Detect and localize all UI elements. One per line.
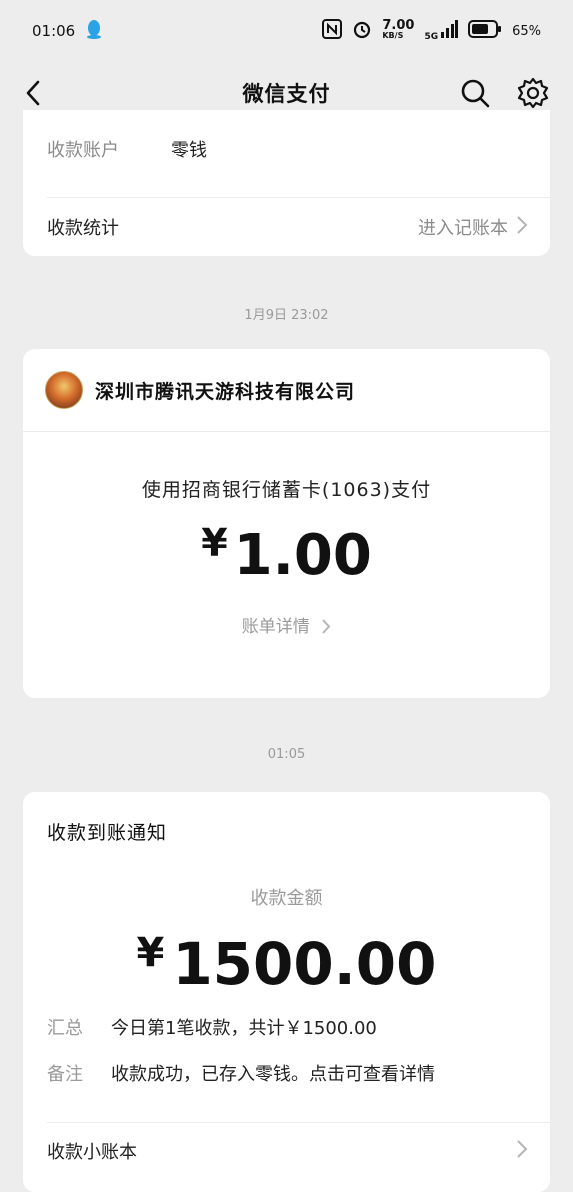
stats-row[interactable]: 收款统计 进入记账本 — [47, 214, 528, 240]
divider — [47, 197, 550, 198]
back-icon[interactable] — [20, 78, 50, 108]
remark-value: 收款成功，已存入零钱。点击可查看详情 — [111, 1064, 435, 1085]
merchant-avatar — [45, 371, 83, 409]
account-row: 收款账户 零钱 — [47, 136, 528, 162]
qq-icon — [85, 19, 103, 43]
divider — [23, 431, 550, 432]
merchant-row: 深圳市腾讯天游科技有限公司 — [45, 371, 355, 409]
divider — [47, 1122, 550, 1123]
payment-method: 使用招商银行储蓄卡(1063)支付 — [141, 479, 432, 501]
receipt-amount: ¥1500.00 — [23, 930, 550, 998]
ledger-label: 收款小账本 — [47, 1142, 137, 1163]
receipt-card[interactable]: 收款到账通知 收款金额 ¥1500.00 汇总 今日第1笔收款，共计￥1500.… — [23, 792, 550, 1192]
account-value: 零钱 — [171, 140, 207, 161]
battery-icon — [468, 20, 502, 42]
status-bar: 01:06 7.00 KB/S 5G 65% — [0, 0, 573, 62]
network-unit: KB/S — [382, 31, 404, 40]
currency-symbol: ¥ — [201, 521, 228, 565]
payment-amount: ¥1.00 — [23, 521, 550, 588]
currency-symbol: ¥ — [136, 930, 165, 976]
ledger-row[interactable]: 收款小账本 — [47, 1138, 528, 1164]
status-time: 01:06 — [32, 22, 76, 40]
signal-icon — [440, 20, 459, 42]
merchant-name: 深圳市腾讯天游科技有限公司 — [95, 380, 356, 403]
battery-level: 65% — [512, 23, 541, 39]
search-icon[interactable] — [460, 78, 490, 108]
network-type: 5G — [424, 32, 439, 42]
stats-label: 收款统计 — [47, 218, 119, 239]
account-card: 收款账户 零钱 收款统计 进入记账本 — [23, 110, 550, 256]
remark-key: 备注 — [47, 1064, 83, 1085]
chevron-right-icon — [516, 215, 528, 239]
page-title: 微信支付 — [242, 82, 331, 106]
amount-value: 1.00 — [233, 523, 372, 588]
ledger-link[interactable]: 进入记账本 — [418, 214, 508, 240]
chevron-right-icon — [321, 618, 331, 640]
account-label: 收款账户 — [47, 140, 119, 161]
nfc-icon — [322, 19, 343, 43]
network-speed: 7.00 — [382, 18, 415, 33]
notice-title: 收款到账通知 — [47, 822, 168, 844]
summary-key: 汇总 — [47, 1018, 83, 1039]
remark-row: 备注 收款成功，已存入零钱。点击可查看详情 — [47, 1060, 435, 1086]
alarm-icon — [352, 19, 372, 43]
chevron-right-icon — [516, 1139, 528, 1163]
summary-value: 今日第1笔收款，共计￥1500.00 — [111, 1018, 377, 1039]
bill-detail-label: 账单详情 — [241, 617, 310, 637]
amount-value: 1500.00 — [172, 930, 437, 998]
message-timestamp: 01:05 — [267, 747, 306, 762]
summary-row: 汇总 今日第1笔收款，共计￥1500.00 — [47, 1014, 377, 1040]
bill-detail-link[interactable]: 账单详情 — [23, 612, 550, 640]
gear-icon[interactable] — [517, 77, 549, 109]
message-timestamp: 1月9日 23:02 — [244, 308, 329, 323]
payment-card[interactable]: 深圳市腾讯天游科技有限公司 使用招商银行储蓄卡(1063)支付 ¥1.00 账单… — [23, 349, 550, 698]
amount-label: 收款金额 — [250, 888, 323, 909]
